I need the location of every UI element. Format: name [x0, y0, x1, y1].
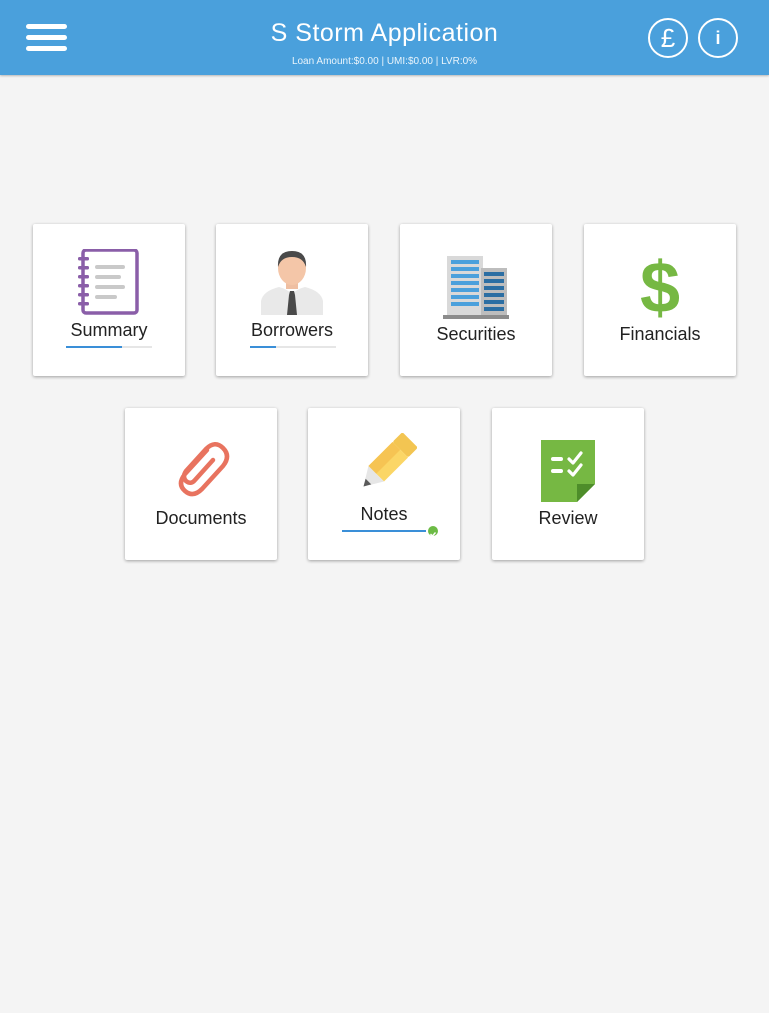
pencil-icon: [363, 433, 417, 487]
dollar-icon: $: [640, 252, 680, 320]
loan-summary-text: Loan Amount:$0.00 | UMI:$0.00 | LVR:0%: [291, 56, 478, 67]
borrowers-progress-bar: [250, 346, 336, 348]
info-icon[interactable]: i: [698, 18, 738, 58]
app-screen: S Storm Application Loan Amount:$0.00 | …: [0, 0, 769, 1013]
checklist-icon: [541, 440, 595, 502]
tile-label: Securities: [436, 324, 516, 344]
tile-label: Review: [538, 508, 598, 528]
tile-review[interactable]: Review: [492, 408, 644, 560]
notebook-icon: [78, 249, 139, 315]
tile-label: Notes: [360, 504, 408, 524]
tile-notes[interactable]: Notes: [308, 408, 460, 560]
tile-borrowers[interactable]: Borrowers: [216, 224, 368, 376]
svg-text:$: $: [640, 252, 680, 320]
person-icon: [261, 251, 323, 315]
tile-label: Financials: [619, 324, 701, 344]
app-header: S Storm Application Loan Amount:$0.00 | …: [0, 0, 769, 75]
notes-progress-fill: [342, 530, 426, 532]
currency-pound-icon[interactable]: £: [648, 18, 688, 58]
tile-label: Borrowers: [250, 320, 334, 340]
tile-financials[interactable]: $ Financials: [584, 224, 736, 376]
tile-securities[interactable]: Securities: [400, 224, 552, 376]
tile-label: Summary: [70, 320, 148, 340]
building-icon: [443, 256, 509, 319]
tile-summary[interactable]: Summary: [33, 224, 185, 376]
borrowers-progress-fill: [250, 346, 276, 348]
notes-progress-bar: [342, 530, 426, 532]
summary-progress-bar: [66, 346, 152, 348]
tile-label: Documents: [155, 508, 247, 528]
paperclip-icon: [178, 442, 230, 497]
complete-check-icon: [428, 526, 438, 538]
summary-progress-fill: [66, 346, 122, 348]
tile-documents[interactable]: Documents: [125, 408, 277, 560]
